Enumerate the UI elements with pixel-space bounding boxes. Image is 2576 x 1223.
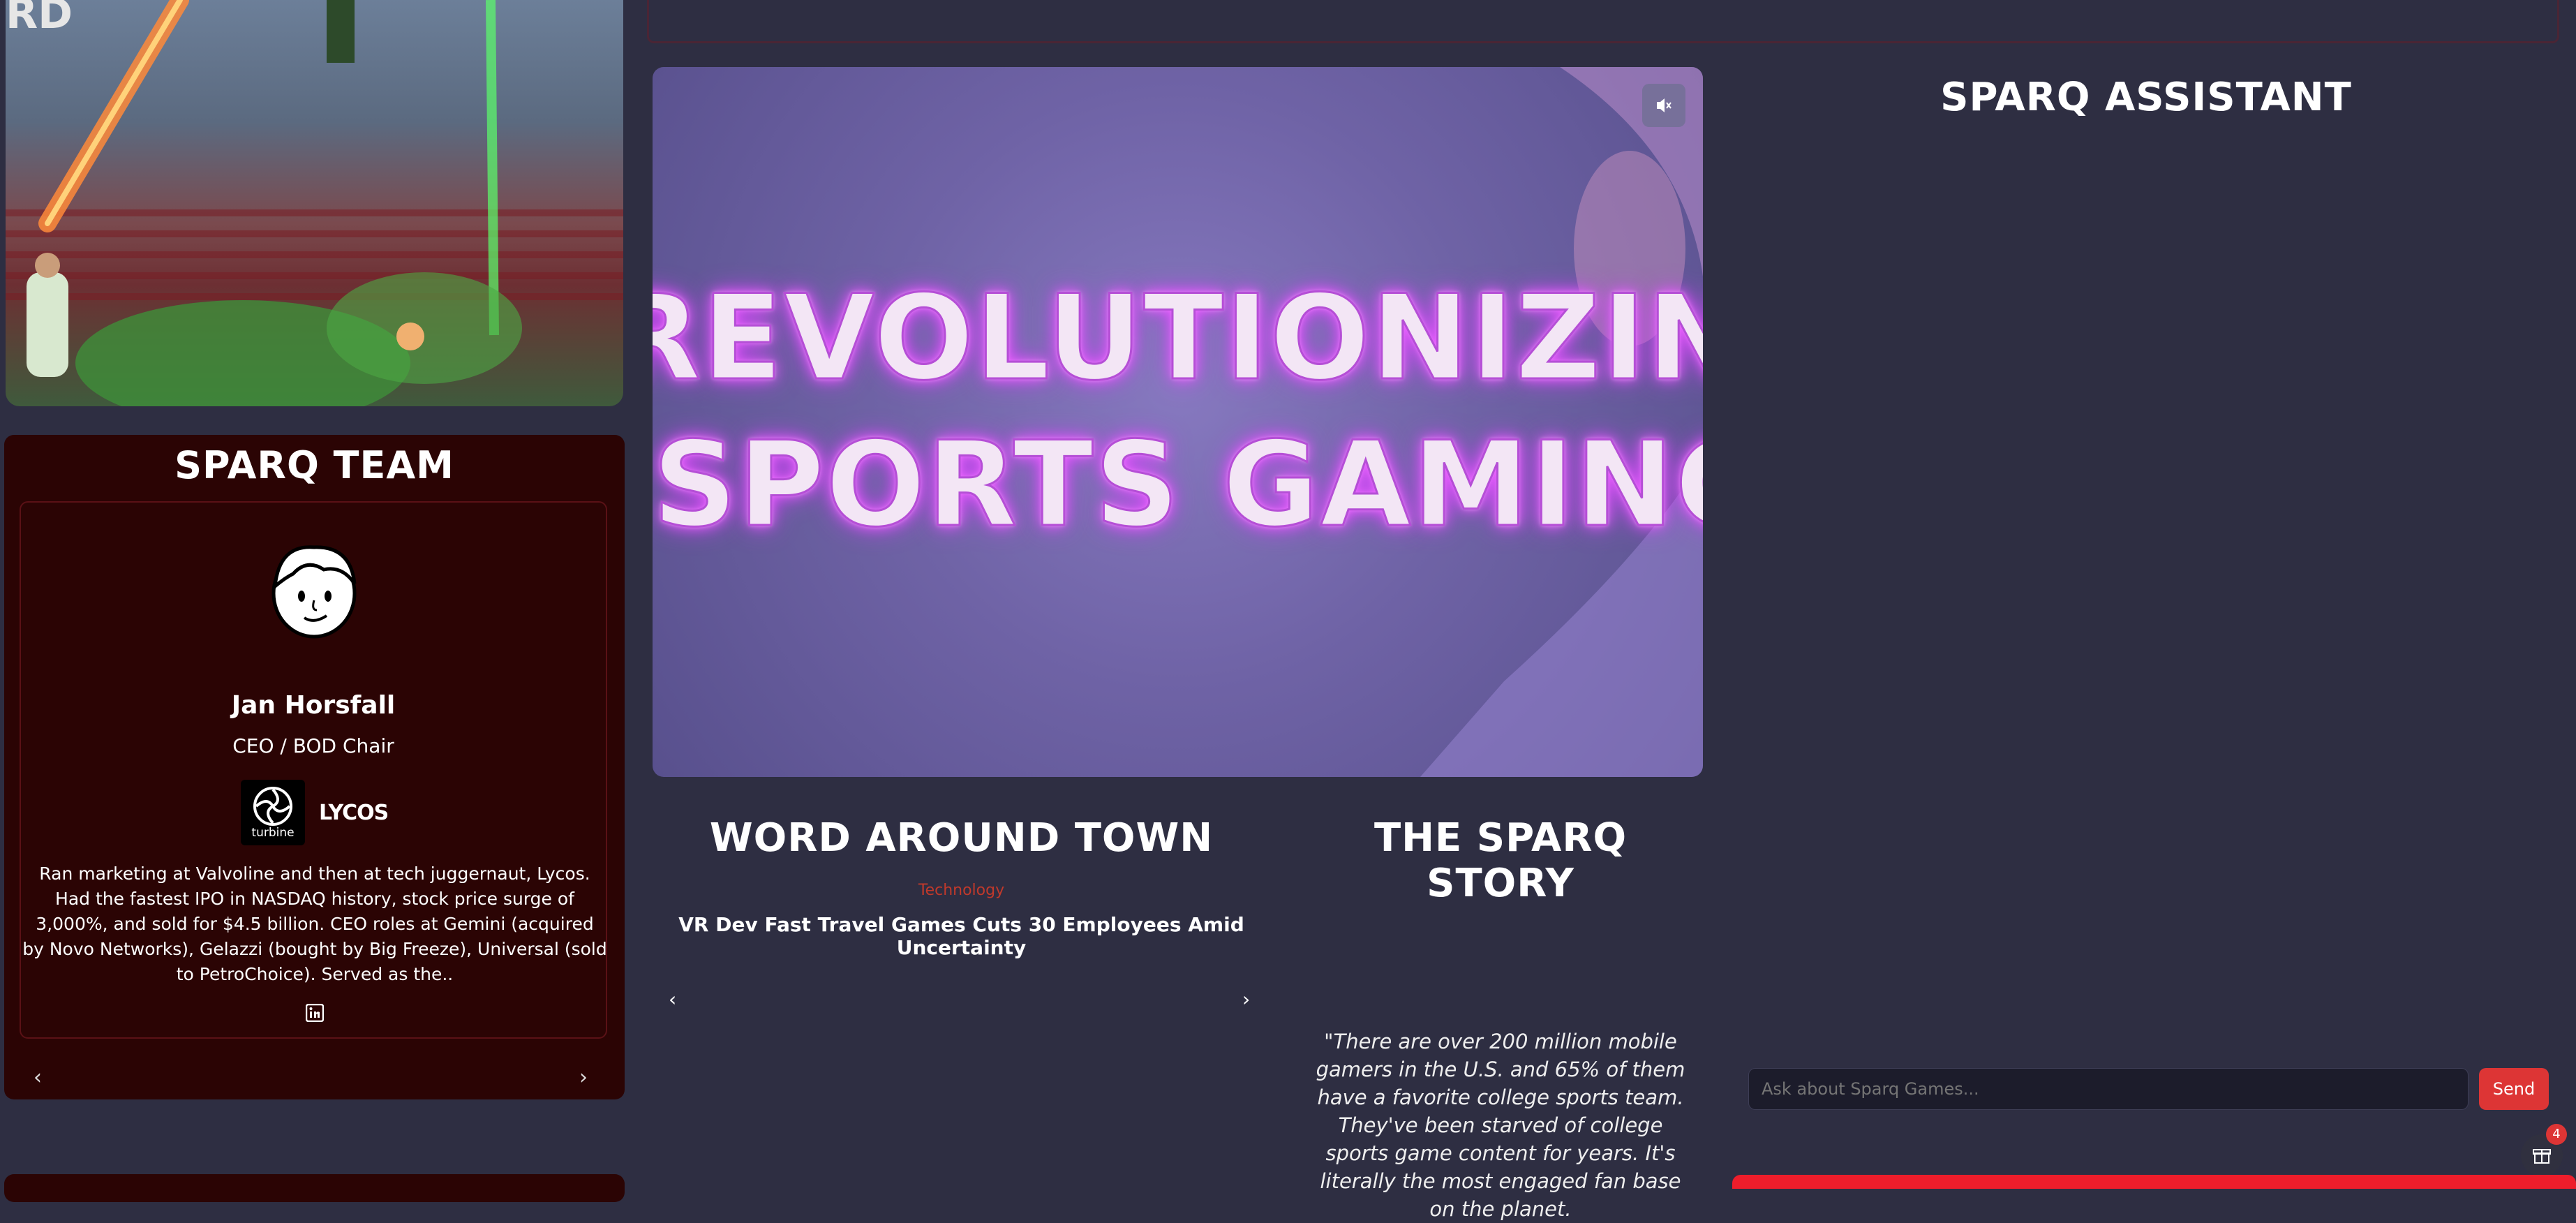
lycos-logo-text: LYCOS <box>319 801 389 825</box>
member-role: CEO / BOD Chair <box>232 734 394 757</box>
promo-video[interactable]: REVOLUTIONIZING MOBILE SPORTS GAMING <box>653 67 1703 777</box>
volume-mute-icon <box>1657 98 1672 112</box>
member-bio: Ran marketing at Valvoline and then at t… <box>22 863 607 984</box>
news-next-button[interactable]: › <box>1242 988 1250 1011</box>
lower-card <box>4 1174 625 1202</box>
notification-badge: 4 <box>2546 1124 2567 1145</box>
team-prev-button[interactable]: ‹ <box>33 1065 42 1090</box>
video-headline-line1: REVOLUTIONIZING MOBILE <box>653 269 1703 408</box>
mute-button[interactable] <box>1642 84 1685 127</box>
bottom-red-panel <box>1732 1175 2576 1189</box>
news-prev-button[interactable]: ‹ <box>669 988 676 1011</box>
member-avatar <box>265 538 363 642</box>
turbine-logo: turbine <box>241 780 305 845</box>
svg-text:RD: RD <box>6 0 73 38</box>
turbine-logo-text: turbine <box>251 826 295 840</box>
assistant-chat-input[interactable] <box>1748 1068 2469 1110</box>
team-section-title: SPARQ TEAM <box>174 443 454 487</box>
news-headline[interactable]: VR Dev Fast Travel Games Cuts 30 Employe… <box>653 913 1270 959</box>
send-button[interactable]: Send <box>2479 1068 2549 1110</box>
assistant-title: SPARQ ASSISTANT <box>1940 75 2352 120</box>
story-section-title: THE SPARQ STORY <box>1373 815 1628 906</box>
game-preview-image: RD <box>6 0 623 406</box>
video-headline-line2: SPORTS GAMING <box>653 415 1703 554</box>
member-name: Jan Horsfall <box>231 691 396 720</box>
news-category[interactable]: Technology <box>653 882 1270 899</box>
lycos-logo: LYCOS <box>319 796 392 831</box>
top-banner <box>647 0 2559 43</box>
linkedin-icon[interactable] <box>305 1003 325 1023</box>
news-section-title: WORD AROUND TOWN <box>709 815 1214 861</box>
story-quote: "There are over 200 million mobile gamer… <box>1316 1030 1685 1221</box>
team-next-button[interactable]: › <box>579 1065 588 1090</box>
game-scene-graphic: RD <box>6 0 522 406</box>
